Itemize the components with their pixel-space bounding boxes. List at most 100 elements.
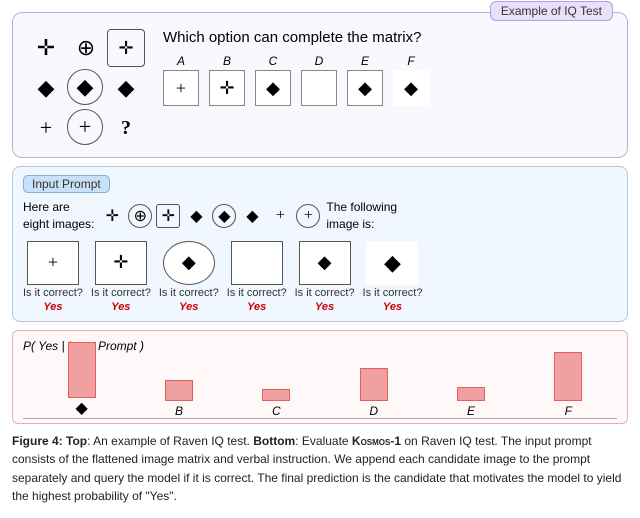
candidate-f-yes: Yes <box>383 301 402 313</box>
bar-xlabel-b: B <box>175 404 183 418</box>
iq-option-a-label: A <box>177 54 185 68</box>
candidates-row: + Is it correct? Yes ✛ Is it correct? Ye… <box>23 241 617 313</box>
bar-group-a: ◆ <box>33 342 130 418</box>
candidate-b-yes: Yes <box>111 301 130 313</box>
figure-caption: Figure 4: Top: An example of Raven IQ te… <box>12 432 628 506</box>
iq-option-d: D <box>301 54 337 106</box>
candidate-c: ◆ Is it correct? Yes <box>159 241 219 313</box>
matrix-cell-r3c2: + <box>67 109 103 145</box>
candidate-e-yes: Yes <box>315 301 334 313</box>
iq-option-a: A + <box>163 54 199 106</box>
prompt-images-row: Here areeight images: ✛ ⊕ ✛ ◆ ◆ ◆ + + Th… <box>23 199 617 233</box>
iq-option-c-box: ◆ <box>255 70 291 106</box>
img-sym-6: ◆ <box>240 204 264 228</box>
caption-bottom-label: Bottom <box>253 434 295 448</box>
candidate-c-yes: Yes <box>179 301 198 313</box>
caption-bottom-text: : Evaluate <box>295 434 352 448</box>
caption-fig-label: Figure 4: <box>12 434 63 448</box>
iq-option-c-label: C <box>269 54 278 68</box>
iq-panel: Example of IQ Test ✛ ⊕ ✛ ◆ ◆ ◆ + + ? Whi… <box>12 12 628 158</box>
eight-images: ✛ ⊕ ✛ ◆ ◆ ◆ + + <box>100 204 320 228</box>
iq-option-e-box: ◆ <box>347 70 383 106</box>
bar-group-f: F <box>520 352 617 418</box>
img-sym-2: ⊕ <box>128 204 152 228</box>
bar-xlabel-a: ◆ <box>76 398 88 418</box>
iq-option-e: E ◆ <box>347 54 383 106</box>
candidate-f-label: Is it correct? <box>363 287 423 299</box>
bar-xlabel-e: E <box>467 404 475 418</box>
iq-option-e-label: E <box>361 54 369 68</box>
iq-matrix: ✛ ⊕ ✛ ◆ ◆ ◆ + + ? <box>27 29 145 147</box>
iq-top-row: ✛ ⊕ ✛ ◆ ◆ ◆ + + ? Which option can compl… <box>27 23 613 147</box>
candidate-f: ◆ Is it correct? Yes <box>363 241 423 313</box>
img-sym-4: ◆ <box>184 204 208 228</box>
caption-top-text: : An example of Raven IQ test. <box>87 434 253 448</box>
matrix-cell-r3c3: ? <box>107 109 145 147</box>
prompt-badge: Input Prompt <box>23 175 110 193</box>
img-sym-1: ✛ <box>100 204 124 228</box>
bar-a <box>68 342 96 398</box>
bar-c <box>262 389 290 401</box>
prompt-right-text: The followingimage is: <box>326 199 397 233</box>
caption-kosmos: Kosmos-1 <box>352 434 401 448</box>
candidate-e-box: ◆ <box>299 241 351 285</box>
candidate-d-box <box>231 241 283 285</box>
bar-d <box>360 368 388 401</box>
candidate-d-label: Is it correct? <box>227 287 287 299</box>
matrix-cell-r1c2: ⊕ <box>67 29 105 67</box>
iq-option-f: F ◆ <box>393 54 429 106</box>
iq-option-b-box: ✛ <box>209 70 245 106</box>
matrix-cell-r3c1: + <box>27 109 65 147</box>
bar-xlabel-c: C <box>272 404 281 418</box>
iq-option-f-label: F <box>407 54 414 68</box>
iq-option-d-box <box>301 70 337 106</box>
candidate-a-yes: Yes <box>43 301 62 313</box>
iq-question-text: Which option can complete the matrix? <box>163 29 613 46</box>
chart-area: ◆ B C D E F <box>23 359 617 419</box>
iq-option-f-box: ◆ <box>393 70 429 106</box>
iq-option-d-label: D <box>315 54 324 68</box>
iq-option-b: B ✛ <box>209 54 245 106</box>
matrix-cell-r2c1: ◆ <box>27 69 65 107</box>
candidate-a-label: Is it correct? <box>23 287 83 299</box>
candidate-a: + Is it correct? Yes <box>23 241 83 313</box>
matrix-cell-r2c3: ◆ <box>107 69 145 107</box>
img-sym-5: ◆ <box>212 204 236 228</box>
img-sym-3: ✛ <box>156 204 180 228</box>
candidate-d: Is it correct? Yes <box>227 241 287 313</box>
candidate-f-box: ◆ <box>366 241 418 285</box>
chart-panel: P( Yes | Input Prompt ) ◆BCDEF <box>12 330 628 424</box>
bar-e <box>457 387 485 401</box>
iq-question-area: Which option can complete the matrix? A … <box>163 23 613 106</box>
matrix-cell-r1c3: ✛ <box>107 29 145 67</box>
matrix-cell-r1c1: ✛ <box>27 29 65 67</box>
caption-top-label: Top <box>66 434 87 448</box>
candidate-d-yes: Yes <box>247 301 266 313</box>
candidate-e: ◆ Is it correct? Yes <box>295 241 355 313</box>
candidate-c-box: ◆ <box>163 241 215 285</box>
iq-option-a-box: + <box>163 70 199 106</box>
iq-option-c: C ◆ <box>255 54 291 106</box>
candidate-b-label: Is it correct? <box>91 287 151 299</box>
prompt-panel: Input Prompt Here areeight images: ✛ ⊕ ✛… <box>12 166 628 322</box>
bar-xlabel-f: F <box>565 404 572 418</box>
candidate-a-box: + <box>27 241 79 285</box>
bar-xlabel-d: D <box>369 404 378 418</box>
candidate-c-label: Is it correct? <box>159 287 219 299</box>
matrix-cell-r2c2: ◆ <box>67 69 103 105</box>
iq-option-b-label: B <box>223 54 231 68</box>
candidate-b: ✛ Is it correct? Yes <box>91 241 151 313</box>
bar-group-d: D <box>325 368 422 418</box>
iq-options-row: A + B ✛ C ◆ D E ◆ <box>163 54 613 106</box>
bar-b <box>165 380 193 401</box>
candidate-b-box: ✛ <box>95 241 147 285</box>
candidate-e-label: Is it correct? <box>295 287 355 299</box>
bar-group-b: B <box>130 380 227 418</box>
prompt-left-text: Here areeight images: <box>23 199 94 233</box>
iq-badge: Example of IQ Test <box>490 1 613 21</box>
img-sym-8: + <box>296 204 320 228</box>
bar-group-c: C <box>228 389 325 418</box>
bar-f <box>554 352 582 401</box>
img-sym-7: + <box>268 204 292 228</box>
bar-group-e: E <box>422 387 519 418</box>
